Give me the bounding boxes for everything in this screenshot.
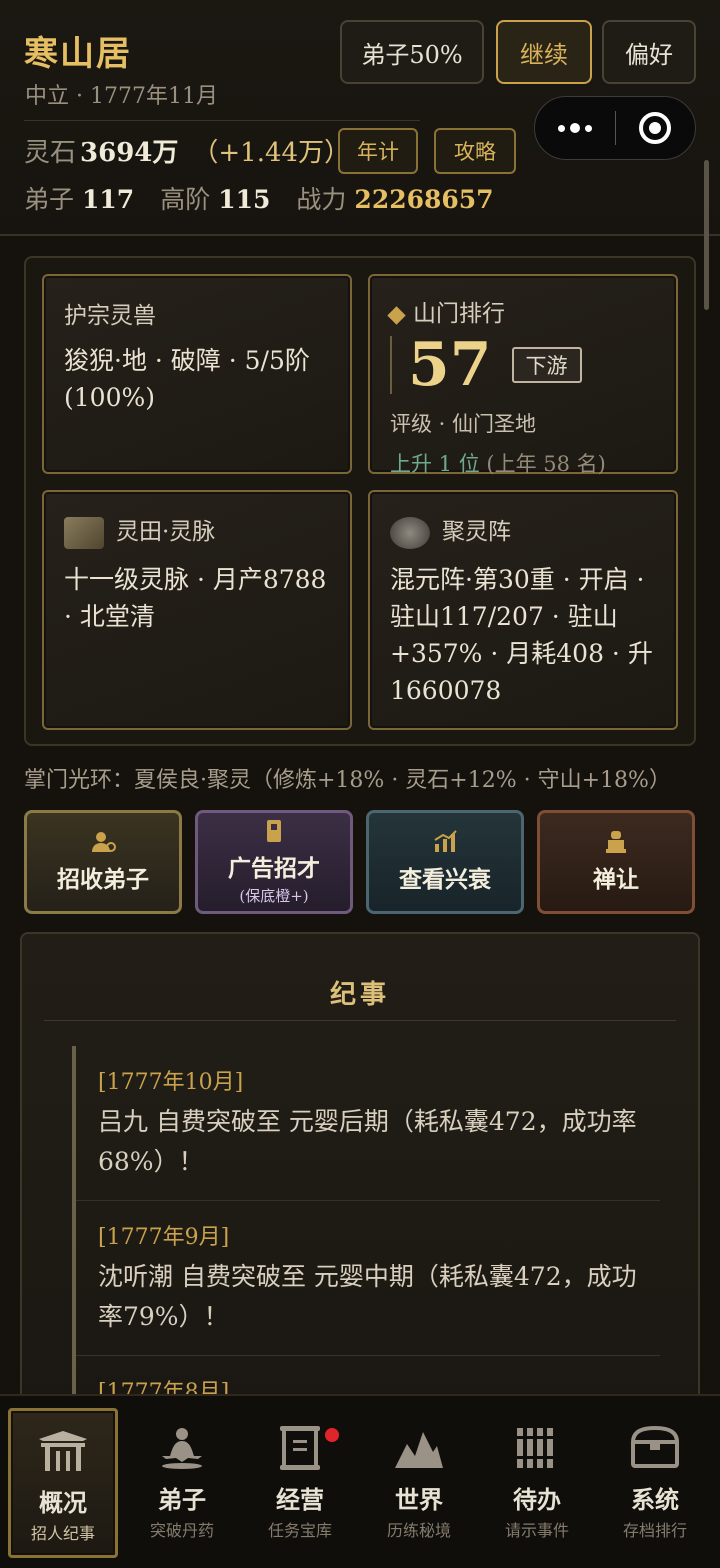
preference-button[interactable]: 偏好 xyxy=(602,20,696,84)
stats-row: 弟子 117 高阶 115 战力 22268657 xyxy=(24,180,520,216)
user-add-icon xyxy=(92,832,116,852)
button-sublabel: (保底橙+) xyxy=(239,886,309,905)
nav-label: 经营 xyxy=(276,1485,324,1514)
card-body: 十一级灵脉 · 月产8788 · 北堂清 xyxy=(64,565,327,631)
mountain-icon xyxy=(395,1432,443,1468)
more-menu-icon[interactable] xyxy=(535,123,615,133)
nav-tab-management[interactable]: 经营 任务宝库 xyxy=(245,1408,355,1558)
sect-subtitle: 中立 · 1777年11月 xyxy=(25,84,218,109)
book-icon xyxy=(267,819,281,842)
yearly-plan-button[interactable]: 年计 xyxy=(338,128,418,174)
chronicle-panel: 纪事 [1777年10月] 吕九 自费突破至 元婴后期（耗私囊472，成功率68… xyxy=(20,932,700,1424)
divider xyxy=(24,120,420,121)
nav-sublabel: 请示事件 xyxy=(504,1521,569,1540)
guardian-beast-card[interactable]: 护宗灵兽 狻猊·地 · 破障 · 5/5阶 (100%) xyxy=(42,274,352,474)
guide-button[interactable]: 攻略 xyxy=(434,128,516,174)
sect-rank-card[interactable]: 山门排行 57 下游 评级 · 仙门圣地 上升 1 位 (上年 58 名) xyxy=(368,274,678,476)
divider xyxy=(44,1020,676,1021)
rank-change: 上升 1 位 (上年 58 名) xyxy=(390,448,656,478)
gate-icon xyxy=(39,1431,87,1471)
card-title: 山门排行 xyxy=(413,301,505,327)
close-miniapp-icon[interactable] xyxy=(616,112,696,144)
button-label: 广告招才 xyxy=(228,854,320,882)
recruit-disciple-button[interactable]: 招收弟子 xyxy=(24,810,182,914)
disciples-label: 弟子 xyxy=(24,185,75,214)
chronicle-entry: [1777年9月] 沈听潮 自费突破至 元婴中期（耗私囊472，成功率79%）！ xyxy=(76,1201,660,1356)
entry-text: 吕九 自费突破至 元婴后期（耗私囊472，成功率68%）！ xyxy=(98,1107,637,1176)
nav-label: 概况 xyxy=(39,1488,87,1517)
power-value: 22268657 xyxy=(354,185,494,214)
field-icon xyxy=(64,517,104,549)
nav-sublabel: 存档排行 xyxy=(622,1521,687,1540)
nav-sublabel: 任务宝库 xyxy=(267,1521,332,1540)
nav-label: 世界 xyxy=(395,1485,443,1514)
entry-text: 沈听潮 自费突破至 元婴中期（耗私囊472，成功率79%）！ xyxy=(98,1262,637,1331)
card-title: 护宗灵兽 xyxy=(64,303,156,329)
ad-recruit-button[interactable]: 广告招才 (保底橙+) xyxy=(195,810,353,914)
spirit-stone-row: 灵石 3694万 （+1.44万） xyxy=(24,132,350,169)
bottom-nav: 概况 招人纪事 弟子 突破丹药 经营 任务宝库 世界 历练秘境 待办 请示事件 … xyxy=(0,1394,720,1568)
power-label: 战力 xyxy=(296,185,347,214)
advanced-value: 115 xyxy=(218,185,271,214)
scroll-icon xyxy=(280,1426,320,1470)
nav-tab-system[interactable]: 系统 存档排行 xyxy=(600,1408,710,1558)
spirit-field-card[interactable]: 灵田·灵脉 十一级灵脉 · 月产8788 · 北堂清 xyxy=(42,490,352,730)
scrollbar[interactable] xyxy=(704,160,709,310)
entry-date: [1777年10月] xyxy=(98,1070,244,1095)
chronicle-entry: [1777年10月] 吕九 自费突破至 元婴后期（耗私囊472，成功率68%）！ xyxy=(76,1046,660,1201)
notification-dot xyxy=(325,1428,339,1442)
nav-tab-todo[interactable]: 待办 请示事件 xyxy=(482,1408,592,1558)
miniapp-capsule xyxy=(534,96,696,160)
chart-icon xyxy=(434,830,457,852)
button-label: 查看兴衰 xyxy=(399,866,491,893)
spirit-array-card[interactable]: 聚灵阵 混元阵·第30重 · 开启 · 驻山117/207 · 驻山+357% … xyxy=(368,490,678,730)
spirit-stone-value: 3694万 xyxy=(80,138,179,168)
nav-label: 待办 xyxy=(513,1485,561,1514)
nav-tab-world[interactable]: 世界 历练秘境 xyxy=(364,1408,474,1558)
card-body: 混元阵·第30重 · 开启 · 驻山117/207 · 驻山+357% · 月耗… xyxy=(390,565,653,705)
seal-icon xyxy=(606,831,626,853)
chronicle-list: [1777年10月] 吕九 自费突破至 元婴后期（耗私囊472，成功率68%）！… xyxy=(72,1046,660,1424)
rank-change-up: 上升 1 位 xyxy=(390,452,480,476)
meditation-icon xyxy=(162,1428,202,1469)
button-label: 禅让 xyxy=(593,866,639,893)
card-body: 狻猊·地 · 破障 · 5/5阶 (100%) xyxy=(64,346,310,412)
continue-button[interactable]: 继续 xyxy=(496,20,592,84)
array-icon xyxy=(390,517,430,549)
chronicle-title: 纪事 xyxy=(329,980,390,1010)
nav-label: 系统 xyxy=(631,1485,679,1514)
rank-tier-badge: 下游 xyxy=(511,347,582,383)
disciple-percent-button[interactable]: 弟子50% xyxy=(340,20,484,84)
overview-panel: 护宗灵兽 狻猊·地 · 破障 · 5/5阶 (100%) 山门排行 57 下游 … xyxy=(24,256,696,746)
spirit-stone-label: 灵石 xyxy=(24,138,77,168)
entry-date: [1777年9月] xyxy=(98,1225,230,1250)
spirit-stone-gain: （+1.44万） xyxy=(192,138,351,168)
nav-sublabel: 历练秘境 xyxy=(386,1521,451,1540)
nav-label: 弟子 xyxy=(158,1485,206,1514)
button-label: 招收弟子 xyxy=(57,866,149,893)
view-rise-fall-button[interactable]: 查看兴衰 xyxy=(366,810,524,914)
nav-tab-overview[interactable]: 概况 招人纪事 xyxy=(8,1408,118,1558)
nav-sublabel: 招人纪事 xyxy=(30,1524,95,1543)
diamond-icon xyxy=(387,305,406,325)
leader-aura: 掌门光环：夏侯良·聚灵（修炼+18% · 灵石+12% · 守山+18%） xyxy=(24,768,671,793)
advanced-label: 高阶 xyxy=(160,185,211,214)
sect-name: 寒山居 xyxy=(24,34,132,74)
nav-sublabel: 突破丹药 xyxy=(149,1521,214,1540)
rank-change-prev: (上年 58 名) xyxy=(479,452,606,476)
abdicate-button[interactable]: 禅让 xyxy=(537,810,695,914)
chest-icon xyxy=(630,1426,680,1468)
nav-tab-disciples[interactable]: 弟子 突破丹药 xyxy=(127,1408,237,1558)
rank-grade: 评级 · 仙门圣地 xyxy=(390,412,537,436)
bamboo-icon xyxy=(515,1428,555,1468)
top-header: 寒山居 中立 · 1777年11月 弟子50% 继续 偏好 灵石 3694万 （… xyxy=(0,0,720,236)
disciples-value: 117 xyxy=(82,185,135,214)
card-title: 灵田·灵脉 xyxy=(116,519,216,545)
rank-number: 57 xyxy=(408,330,492,400)
card-title: 聚灵阵 xyxy=(442,519,511,545)
